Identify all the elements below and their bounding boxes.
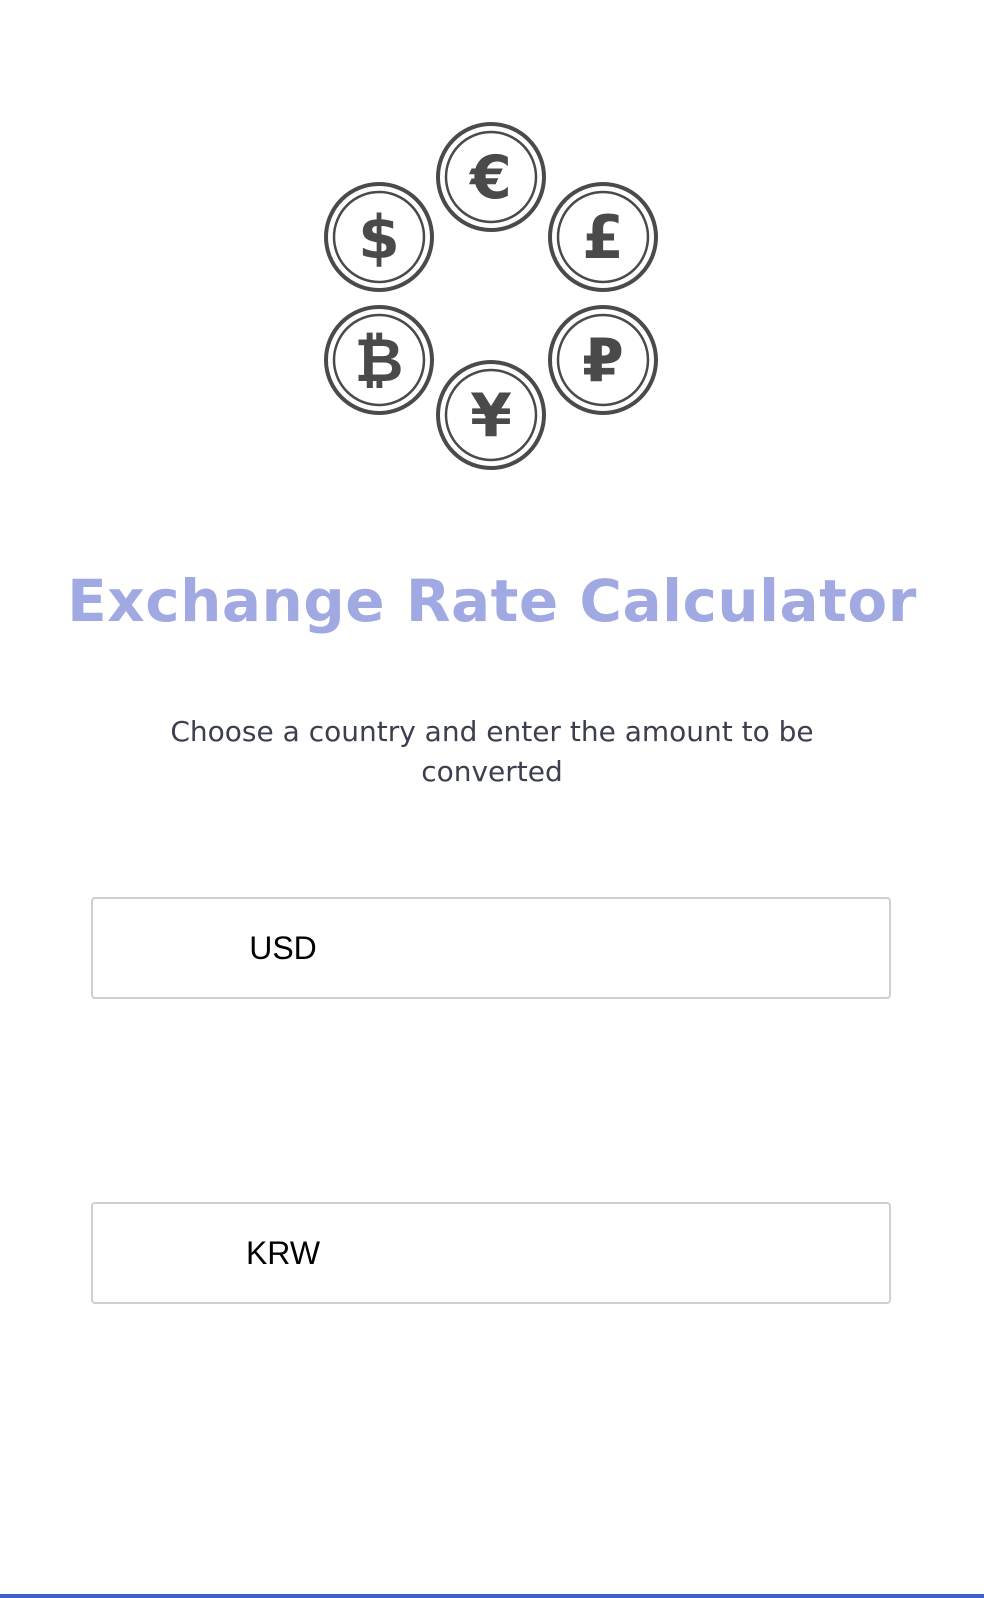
bottom-accent-bar bbox=[0, 1594, 984, 1598]
ruble-coin-icon: ₽ bbox=[548, 305, 658, 415]
from-currency-select[interactable]: USD bbox=[213, 923, 353, 973]
to-amount-input[interactable] bbox=[445, 1222, 869, 1284]
currency-logo: € $ £ ₿ ₽ ¥ bbox=[0, 0, 984, 480]
to-currency-select[interactable]: KRW bbox=[213, 1228, 353, 1278]
pound-coin-icon: £ bbox=[548, 182, 658, 292]
svg-text:¥: ¥ bbox=[470, 381, 512, 451]
page-title: Exchange Rate Calculator bbox=[67, 567, 917, 635]
bitcoin-coin-icon: ₿ bbox=[324, 305, 434, 415]
currency-logo-graphic: € $ £ ₿ ₽ ¥ bbox=[324, 122, 658, 470]
to-currency-row: KRW bbox=[91, 1202, 891, 1304]
svg-text:$: $ bbox=[358, 203, 400, 273]
dollar-coin-icon: $ bbox=[324, 182, 434, 292]
yen-coin-icon: ¥ bbox=[436, 360, 546, 470]
euro-coin-icon: € bbox=[436, 122, 546, 232]
page-subtitle: Choose a country and enter the amount to… bbox=[170, 715, 814, 788]
from-amount-input[interactable] bbox=[445, 917, 869, 979]
svg-text:€: € bbox=[468, 143, 512, 213]
svg-text:£: £ bbox=[582, 203, 624, 273]
svg-text:₿: ₿ bbox=[355, 326, 404, 396]
from-currency-row: USD bbox=[91, 897, 891, 999]
svg-text:₽: ₽ bbox=[582, 326, 624, 396]
